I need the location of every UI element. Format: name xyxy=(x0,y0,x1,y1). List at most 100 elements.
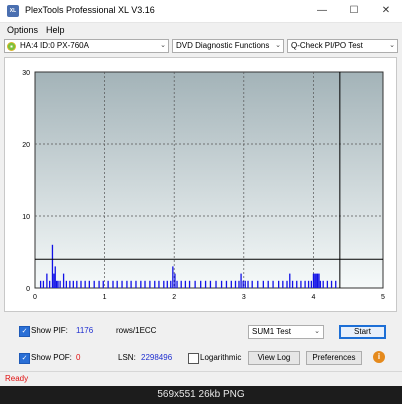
drive-select-value: HA:4 ID:0 PX-760A xyxy=(20,41,89,50)
data-bar xyxy=(54,266,56,288)
sum-test-select[interactable]: SUM1 Test ⌄ xyxy=(248,325,324,339)
test-select[interactable]: Q-Check PI/PO Test ⌄ xyxy=(287,39,398,53)
data-bar xyxy=(107,280,109,288)
data-bar xyxy=(80,280,82,288)
preferences-button[interactable]: Preferences xyxy=(306,351,362,365)
data-bar xyxy=(135,280,137,288)
data-bar xyxy=(230,280,232,288)
y-tick-label: 30 xyxy=(22,70,30,77)
data-bar xyxy=(310,280,313,288)
data-bar xyxy=(238,280,240,288)
image-caption: 569x551 26kb PNG xyxy=(157,389,245,400)
data-bar xyxy=(267,280,269,288)
data-bar xyxy=(225,280,228,288)
data-bar xyxy=(130,280,132,288)
status-bar: Ready xyxy=(0,371,402,386)
chevron-down-icon: ⌄ xyxy=(389,42,395,49)
lsn-value: 2298496 xyxy=(141,353,173,362)
data-bar xyxy=(326,280,329,288)
data-bar xyxy=(39,280,42,288)
data-bar xyxy=(154,280,156,288)
show-pof-label: Show POF: xyxy=(31,353,72,362)
data-bar xyxy=(116,280,118,288)
data-bar xyxy=(176,280,178,288)
y-tick-label: 0 xyxy=(26,286,30,293)
start-button[interactable]: Start xyxy=(339,325,386,339)
data-bar xyxy=(272,280,274,288)
data-bar xyxy=(49,280,51,288)
pi-po-chart: 0 1 2 3 4 5 0 10 20 30 xyxy=(22,70,385,301)
data-bar xyxy=(278,280,280,288)
data-bar xyxy=(314,273,316,288)
data-bar xyxy=(335,280,337,288)
data-bar xyxy=(220,280,223,288)
menu-options[interactable]: Options xyxy=(7,25,38,35)
data-bar xyxy=(319,280,322,288)
data-bar xyxy=(42,280,45,288)
data-bar xyxy=(330,280,333,288)
pif-value: 1176 xyxy=(76,326,94,335)
data-bar xyxy=(180,280,182,288)
data-bar xyxy=(316,273,319,288)
function-select[interactable]: DVD Diagnostic Functions ⌄ xyxy=(172,39,284,53)
data-bar xyxy=(315,273,317,288)
data-bar xyxy=(312,273,315,288)
drive-select[interactable]: HA:4 ID:0 PX-760A ⌄ xyxy=(4,39,169,53)
data-bar xyxy=(262,280,264,288)
data-bar xyxy=(291,280,294,288)
data-bar xyxy=(286,280,288,288)
chevron-down-icon: ⌄ xyxy=(314,328,320,335)
data-bar xyxy=(112,280,114,288)
data-bar xyxy=(242,280,244,288)
view-log-button[interactable]: View Log xyxy=(248,351,300,365)
logarithmic-checkbox[interactable] xyxy=(188,353,199,364)
data-bar xyxy=(304,280,306,288)
data-bar xyxy=(322,280,324,288)
y-tick-label: 20 xyxy=(22,142,30,149)
data-bar xyxy=(240,273,242,288)
data-bar xyxy=(98,280,100,288)
x-tick-label: 5 xyxy=(381,294,385,301)
data-bar xyxy=(318,273,320,288)
close-button[interactable]: ✕ xyxy=(370,0,402,22)
info-icon[interactable]: i xyxy=(373,351,385,363)
data-bar xyxy=(204,280,207,288)
data-bar xyxy=(126,280,128,288)
data-bar xyxy=(289,273,291,288)
show-pof-checkbox[interactable]: ✓ xyxy=(19,353,30,364)
data-bar xyxy=(69,280,71,288)
data-bar xyxy=(194,280,196,288)
show-pif-checkbox[interactable]: ✓ xyxy=(19,326,30,337)
data-bar xyxy=(102,280,104,288)
y-tick-label: 10 xyxy=(22,214,30,221)
x-tick-label: 2 xyxy=(172,294,176,301)
data-bar xyxy=(53,273,55,288)
rows-label: rows/1ECC xyxy=(116,326,157,335)
status-text: Ready xyxy=(5,374,29,383)
image-caption-bar: 569x551 26kb PNG xyxy=(0,386,402,404)
data-bar xyxy=(163,280,165,288)
data-bar xyxy=(307,280,310,288)
data-bar xyxy=(184,280,187,288)
chart-panel: 0 1 2 3 4 5 0 10 20 30 xyxy=(4,57,397,312)
data-bar xyxy=(174,273,176,288)
data-bar xyxy=(166,280,168,288)
data-bar xyxy=(300,280,302,288)
x-tick-label: 1 xyxy=(103,294,107,301)
data-bar xyxy=(144,280,146,288)
data-bar xyxy=(59,280,61,288)
menu-help[interactable]: Help xyxy=(46,25,65,35)
plot-area xyxy=(34,71,384,289)
data-bar xyxy=(296,280,298,288)
data-bar xyxy=(215,280,217,288)
data-bar xyxy=(55,280,58,288)
pof-value: 0 xyxy=(76,353,81,362)
title-bar: XL PlexTools Professional XL V3.16 — ☐ ✕ xyxy=(0,0,402,23)
data-bar xyxy=(172,266,174,288)
data-bar xyxy=(244,280,246,288)
data-bar xyxy=(188,280,191,288)
data-bar xyxy=(200,280,202,288)
data-bar xyxy=(88,280,90,288)
minimize-button[interactable]: — xyxy=(306,0,338,22)
maximize-button[interactable]: ☐ xyxy=(338,0,370,22)
